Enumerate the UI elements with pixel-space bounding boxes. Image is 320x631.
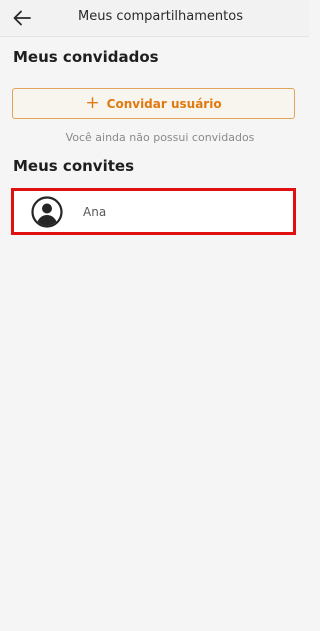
invite-name: Ana	[83, 204, 107, 219]
page-title: Meus compartilhamentos	[78, 9, 243, 24]
invites-section-title: Meus convites	[13, 157, 134, 175]
empty-guests-message: Você ainda não possui convidados	[65, 131, 255, 144]
invite-list-item[interactable]: Ana	[11, 188, 296, 235]
top-bar: Meus compartilhamentos	[0, 0, 309, 37]
invite-user-label: Convidar usuário	[106, 96, 222, 111]
plus-icon: +	[85, 93, 100, 113]
guests-section-title: Meus convidados	[13, 48, 159, 66]
user-circle-icon	[31, 195, 63, 228]
invite-user-button[interactable]: + Convidar usuário	[12, 88, 295, 119]
